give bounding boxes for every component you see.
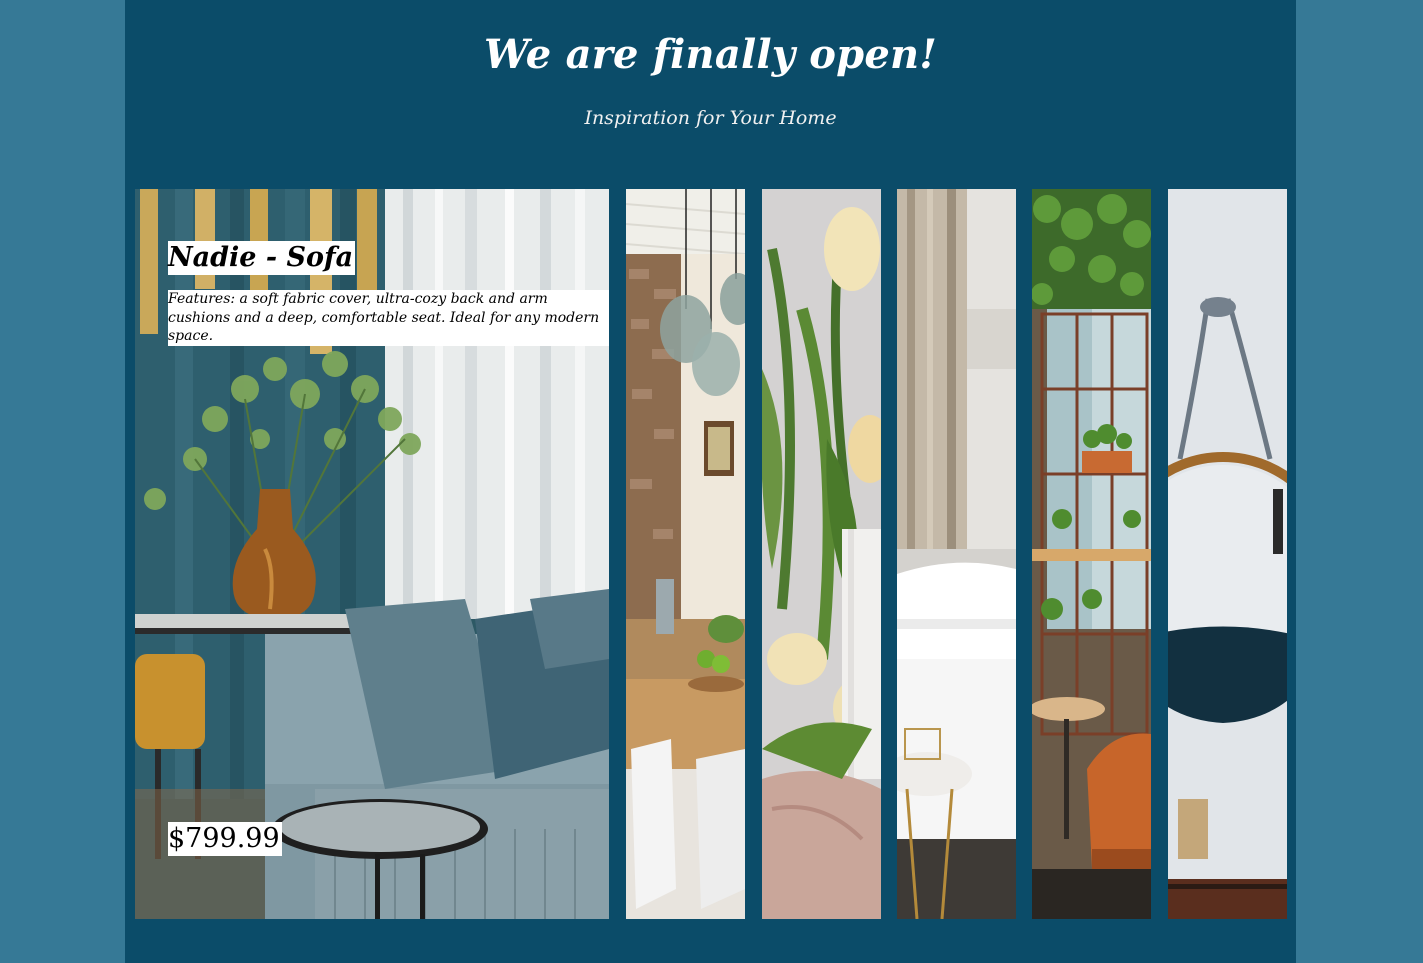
product-description: Features: a soft fabric cover, ultra-coz…: [168, 290, 609, 346]
gallery-panel-mirror[interactable]: [1168, 189, 1287, 919]
hero-subtitle: Inspiration for Your Home: [584, 107, 837, 129]
tulips-vase-image: [762, 189, 881, 919]
product-price: $799.99: [168, 822, 282, 856]
bathtub-image: [897, 189, 1016, 919]
gallery-panel-dining[interactable]: [626, 189, 745, 919]
product-gallery: Nadie - Sofa Features: a soft fabric cov…: [135, 189, 1287, 919]
plant-shelf-cafe-image: [1032, 189, 1151, 919]
dining-kitchen-image: [626, 189, 745, 919]
gallery-panel-bathtub[interactable]: [897, 189, 1016, 919]
gallery-panel-living-room[interactable]: Nadie - Sofa Features: a soft fabric cov…: [135, 189, 609, 919]
page-container: We are finally open! Inspiration for You…: [125, 0, 1296, 963]
gallery-panel-plants[interactable]: [1032, 189, 1151, 919]
hero-title: We are finally open!: [483, 31, 938, 78]
round-mirror-image: [1168, 189, 1287, 919]
gallery-panel-tulips[interactable]: [762, 189, 881, 919]
product-name: Nadie - Sofa: [168, 241, 356, 275]
